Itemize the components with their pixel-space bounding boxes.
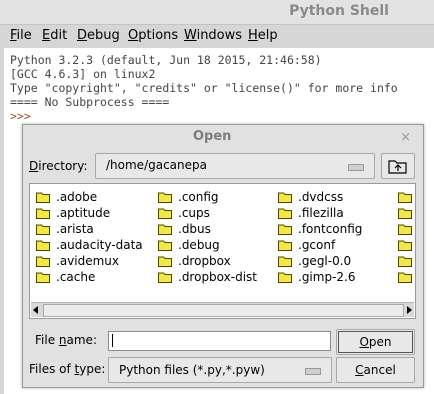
folder-icon (278, 224, 292, 235)
filename-input[interactable] (108, 331, 331, 351)
list-item-label: .adobe (56, 190, 98, 204)
folder-icon (158, 272, 172, 283)
folder-icon (36, 208, 50, 219)
text-cursor (112, 334, 113, 347)
dropdown-handle-icon (348, 164, 364, 171)
folder-icon (36, 256, 50, 267)
list-item-label: .avidemux (56, 254, 119, 268)
folder-icon (158, 192, 172, 203)
menu-help[interactable]: Help (248, 28, 278, 43)
file-list[interactable]: .adobe .aptitude .arista .audacity-data .avi… (29, 183, 416, 319)
list-item-label: .dropbox (178, 254, 231, 268)
folder-icon (398, 192, 412, 203)
dropdown-handle-icon (305, 368, 321, 375)
shell-line: Type "copyright", "credits" or "license(… (10, 81, 398, 95)
list-item-label: .dvdcss (298, 190, 344, 204)
list-item-label: .dropbox-dist (178, 270, 257, 284)
list-item-label: .debug (178, 238, 220, 252)
list-item-label: .fontconfig (298, 222, 363, 236)
list-item-label: .cache (56, 270, 96, 284)
filetype-label: Files of type: (29, 362, 106, 376)
folder-icon (36, 272, 50, 283)
folder-icon (398, 240, 412, 251)
folder-icon (398, 208, 412, 219)
open-file-dialog: Open × Directory: /home/gacanepa .adobe.… (22, 124, 424, 388)
menubar: File Edit Debug Options Windows Help (0, 25, 434, 47)
shell-titlebar: Python Shell (0, 0, 434, 25)
scroll-thumb[interactable] (43, 304, 404, 317)
list-item-label: .aptitude (56, 206, 111, 220)
shell-line: ==== No Subprocess ==== (10, 95, 170, 109)
directory-select[interactable]: /home/gacanepa (95, 153, 375, 179)
directory-value: /home/gacanepa (106, 158, 207, 172)
menu-debug[interactable]: Debug (77, 28, 120, 43)
parent-directory-button[interactable] (381, 153, 415, 179)
folder-up-icon (388, 160, 407, 174)
list-item-label: .audacity-data (56, 238, 143, 252)
folder-icon (398, 256, 412, 267)
folder-icon (398, 272, 412, 283)
list-item-label: .config (178, 190, 219, 204)
filename-label: File name: (35, 333, 97, 347)
list-item-label: .cups (178, 206, 210, 220)
cancel-button[interactable]: Cancel (336, 357, 415, 383)
horizontal-scrollbar[interactable] (31, 302, 414, 317)
folder-icon (36, 224, 50, 235)
shell-title: Python Shell (289, 3, 389, 19)
list-item-label: .gimp-2.6 (298, 270, 356, 284)
menu-options[interactable]: Options (128, 28, 178, 43)
list-item-label: .gegl-0.0 (298, 254, 352, 268)
menu-edit[interactable]: Edit (42, 28, 67, 43)
dialog-title: Open (193, 129, 232, 144)
folder-icon (158, 240, 172, 251)
folder-icon (278, 272, 292, 283)
shell-line: Python 3.2.3 (default, Jun 18 2015, 21:4… (10, 53, 322, 67)
folder-icon (278, 256, 292, 267)
filetype-select[interactable]: Python files (*.py,*.pyw) (108, 357, 332, 383)
menu-windows[interactable]: Windows (184, 28, 242, 43)
folder-icon (398, 224, 412, 235)
open-button[interactable]: Open (336, 329, 415, 355)
menu-file[interactable]: File (10, 28, 32, 43)
list-item-label: .arista (56, 222, 94, 236)
scroll-left-arrow-icon[interactable] (33, 306, 38, 314)
folder-icon (36, 240, 50, 251)
dialog-titlebar: Open × (23, 125, 423, 151)
folder-icon (278, 208, 292, 219)
folder-icon (278, 192, 292, 203)
close-icon[interactable]: × (400, 130, 411, 145)
directory-label: Directory: (29, 159, 88, 173)
list-item-label: .filezilla (298, 206, 344, 220)
folder-icon (158, 208, 172, 219)
folder-icon (158, 256, 172, 267)
folder-icon (158, 224, 172, 235)
folder-icon (278, 240, 292, 251)
list-item-label: .gconf (298, 238, 336, 252)
scroll-right-arrow-icon[interactable] (407, 306, 412, 314)
shell-prompt: >>> (10, 109, 31, 123)
folder-icon (36, 192, 50, 203)
shell-line: [GCC 4.6.3] on linux2 (10, 67, 156, 81)
list-item-label: .dbus (178, 222, 211, 236)
filetype-value: Python files (*.py,*.pyw) (119, 363, 265, 377)
